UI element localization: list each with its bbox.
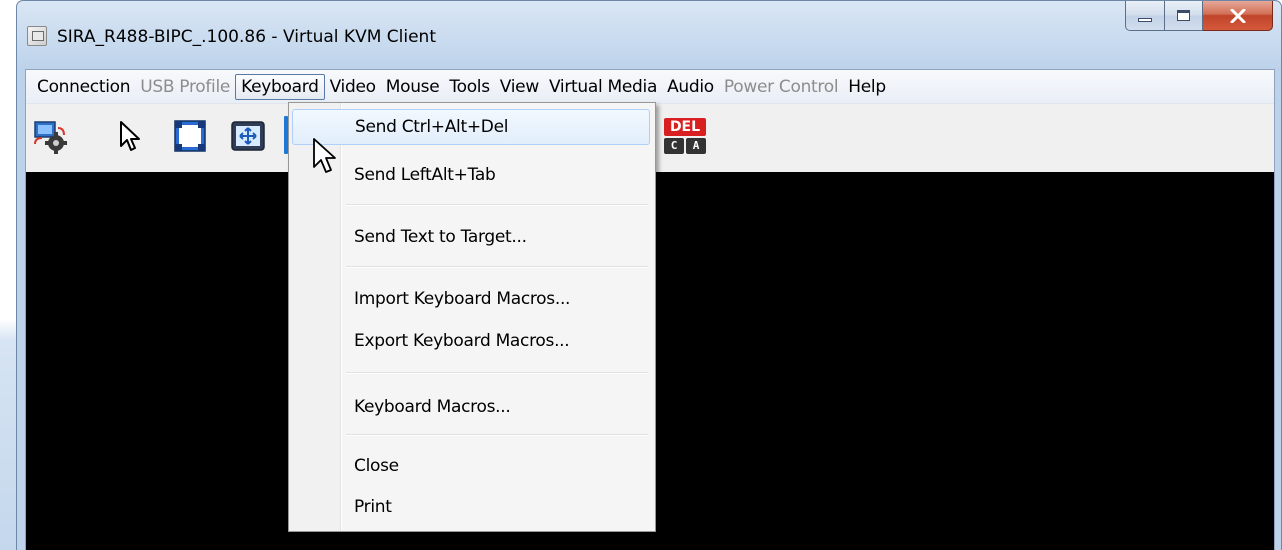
settings-button[interactable] [32,118,68,154]
menu-connection[interactable]: Connection [32,74,135,100]
menu-mouse[interactable]: Mouse [381,74,445,100]
close-icon [1230,8,1245,23]
menu-item-send-text-to-target[interactable]: Send Text to Target... [292,219,650,255]
menu-item-export-keyboard-macros[interactable]: Export Keyboard Macros... [292,323,650,359]
minimize-button[interactable] [1125,1,1165,31]
menu-separator [346,266,648,268]
pointer-icon [120,121,140,151]
menu-audio[interactable]: Audio [662,74,719,100]
menu-virtual-media[interactable]: Virtual Media [544,74,662,100]
del-key-c: C [664,138,684,154]
menu-power-control[interactable]: Power Control [719,74,843,100]
mouse-cursor-icon [313,138,336,173]
menu-separator [346,372,648,374]
close-button[interactable] [1203,1,1273,31]
menu-keyboard[interactable]: Keyboard [235,73,325,100]
menu-help[interactable]: Help [843,74,891,100]
fit-window-icon [231,121,265,151]
fullscreen-icon [174,120,206,152]
ctrl-alt-del-button[interactable]: DEL C A [664,118,708,154]
settings-icon [34,121,67,154]
window-title: SIRA_R488-BIPC_.100.86 - Virtual KVM Cli… [57,27,436,47]
maximize-button[interactable] [1165,1,1203,31]
menu-tools[interactable]: Tools [444,74,494,100]
menu-video[interactable]: Video [325,74,381,100]
pointer-button[interactable] [112,118,148,154]
background-window-edge [0,0,16,550]
app-icon[interactable] [27,26,47,46]
menu-item-import-keyboard-macros[interactable]: Import Keyboard Macros... [292,281,650,317]
menu-usb-profile[interactable]: USB Profile [135,74,235,100]
caption-buttons [1125,1,1273,31]
menu-item-send-leftalt-tab[interactable]: Send LeftAlt+Tab [292,157,650,193]
menu-separator [346,434,648,436]
maximize-icon [1177,10,1190,21]
fullscreen-button[interactable] [172,118,208,154]
menu-item-send-ctrl-alt-del[interactable]: Send Ctrl+Alt+Del [292,109,650,145]
keyboard-menu: Send Ctrl+Alt+Del Send LeftAlt+Tab Send … [288,102,656,532]
title-bar[interactable]: SIRA_R488-BIPC_.100.86 - Virtual KVM Cli… [17,1,1281,69]
fit-window-button[interactable] [230,118,266,154]
menu-bar: Connection USB Profile Keyboard Video Mo… [26,70,1274,104]
del-key-a: A [686,138,706,154]
ctrl-alt-del-icon: DEL [664,118,706,136]
menu-view[interactable]: View [495,74,544,100]
menu-item-keyboard-macros[interactable]: Keyboard Macros... [292,389,650,425]
del-keys: C A [664,138,706,154]
minimize-icon [1138,17,1152,22]
menu-item-close[interactable]: Close [292,448,650,484]
menu-separator [346,204,648,206]
menu-item-print[interactable]: Print [292,489,650,525]
